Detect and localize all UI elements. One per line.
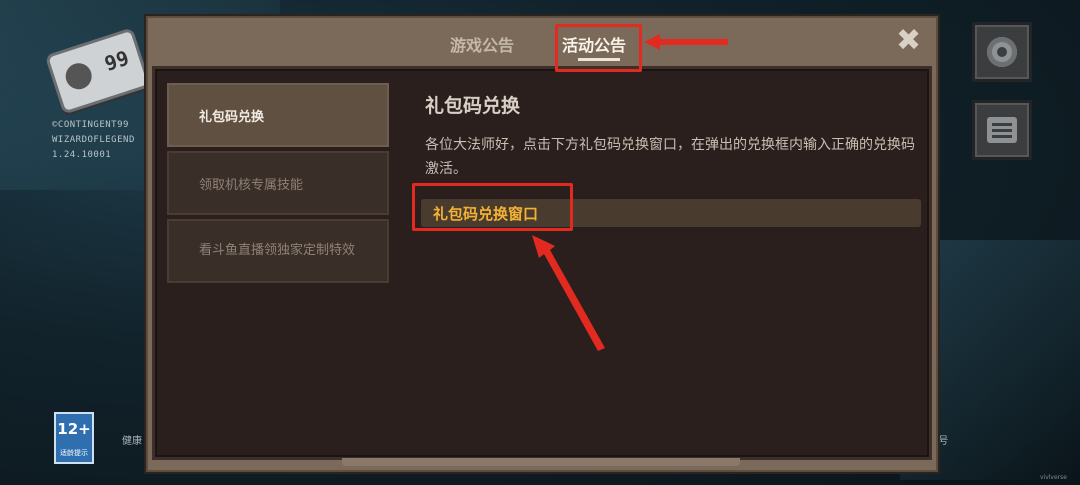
arrow-pointing-redeem-window bbox=[532, 235, 605, 351]
annotation-arrows bbox=[532, 34, 728, 351]
arrow-pointing-event-tab bbox=[644, 34, 728, 50]
